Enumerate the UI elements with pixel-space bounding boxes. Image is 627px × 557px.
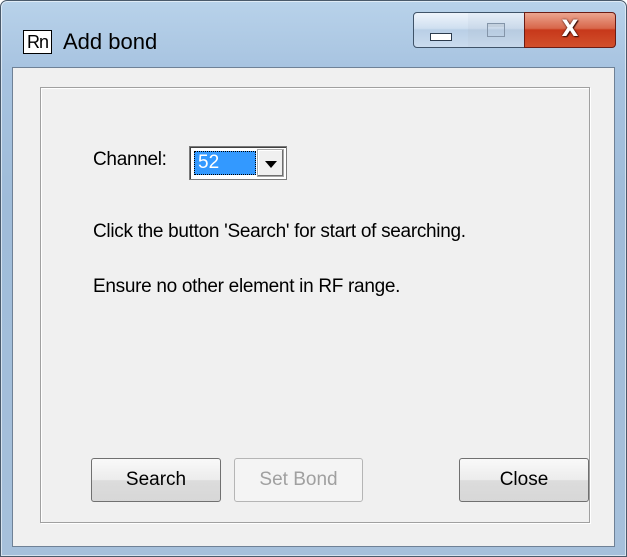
window-title: Add bond: [63, 29, 158, 54]
channel-selected-value[interactable]: 52: [194, 151, 256, 175]
title-bar[interactable]: Rn Add bond X: [1, 1, 626, 67]
channel-dropdown-button[interactable]: [257, 149, 284, 177]
chevron-down-icon: [264, 160, 277, 168]
minimize-button[interactable]: [413, 12, 469, 48]
maximize-button[interactable]: [468, 12, 525, 48]
rf-range-warning-text: Ensure no other element in RF range.: [93, 276, 401, 297]
close-icon: X: [561, 17, 579, 42]
set-bond-button[interactable]: Set Bond: [234, 458, 363, 502]
minimize-icon: [430, 33, 452, 41]
search-instruction-text: Click the button 'Search' for start of s…: [93, 221, 466, 242]
dialog-client-area: Channel: 52 Click the button 'Search' fo…: [12, 67, 615, 547]
maximize-icon: [487, 23, 505, 37]
channel-label: Channel:: [93, 149, 167, 170]
channel-dropdown[interactable]: 52: [189, 146, 287, 180]
group-box: Channel: 52 Click the button 'Search' fo…: [40, 87, 590, 523]
search-button[interactable]: Search: [91, 458, 221, 502]
close-button[interactable]: Close: [459, 458, 589, 502]
close-window-button[interactable]: X: [524, 12, 616, 48]
dialog-window: Rn Add bond X Channel: 52 Click the butt…: [0, 0, 627, 557]
channel-value-text: 52: [198, 152, 220, 173]
app-icon: Rn: [23, 30, 52, 54]
